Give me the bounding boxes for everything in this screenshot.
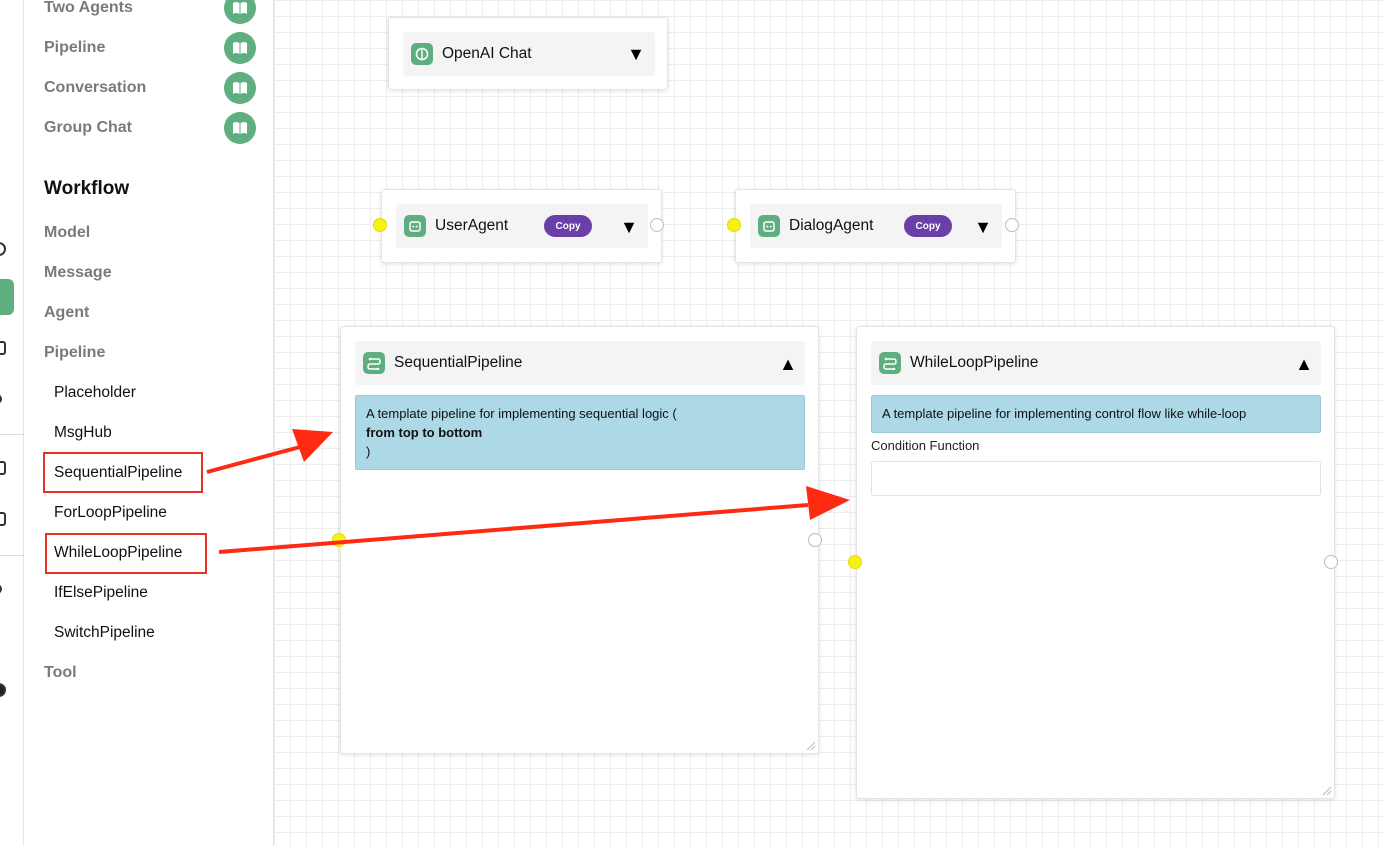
- expand-toggle-icon[interactable]: ▼: [620, 218, 638, 236]
- robot-icon: [758, 215, 780, 237]
- example-pipeline[interactable]: Pipeline: [44, 32, 256, 64]
- sidebar: Two Agents Pipeline Conversation Group C…: [24, 0, 274, 846]
- github-icon[interactable]: [0, 683, 6, 697]
- description-emphasis: from top to bottom: [366, 425, 483, 440]
- user-agent-node[interactable]: UserAgent Copy ▼: [373, 189, 664, 263]
- node-title: WhileLoopPipeline: [910, 354, 1039, 371]
- node-title: DialogAgent: [789, 217, 874, 234]
- book-icon[interactable]: [224, 112, 256, 144]
- input-handle[interactable]: [848, 555, 862, 569]
- output-handle[interactable]: [650, 218, 664, 232]
- node-header[interactable]: OpenAI Chat ▼: [403, 32, 655, 76]
- description-text: A template pipeline for implementing seq…: [366, 406, 677, 421]
- openai-icon: [411, 43, 433, 65]
- output-handle[interactable]: [1005, 218, 1019, 232]
- node-title: OpenAI Chat: [442, 45, 532, 62]
- example-group-chat[interactable]: Group Chat: [44, 112, 256, 144]
- example-label: Pipeline: [44, 39, 106, 56]
- workflow-icon[interactable]: [0, 279, 14, 315]
- resize-handle-icon[interactable]: [1322, 786, 1332, 796]
- document-icon[interactable]: [0, 461, 6, 475]
- expand-toggle-icon[interactable]: ▼: [974, 218, 992, 236]
- output-handle[interactable]: [1324, 555, 1338, 569]
- globe-icon[interactable]: [0, 242, 6, 256]
- description-text: ): [366, 444, 371, 459]
- sequential-pipeline-node[interactable]: SequentialPipeline ▲ A template pipeline…: [332, 326, 822, 754]
- pipeline-item-msghub[interactable]: MsgHub: [54, 424, 112, 442]
- pipeline-item-switch[interactable]: SwitchPipeline: [54, 624, 155, 642]
- highlight-box-whileloop: [45, 533, 207, 574]
- book-icon[interactable]: [224, 0, 256, 24]
- rail-divider: [0, 555, 24, 556]
- node-title: SequentialPipeline: [394, 354, 523, 371]
- book-icon[interactable]: [224, 32, 256, 64]
- example-label: Conversation: [44, 79, 147, 96]
- expand-toggle-icon[interactable]: ▼: [627, 45, 645, 63]
- category-agent[interactable]: Agent: [44, 304, 89, 322]
- bell-icon[interactable]: [0, 584, 2, 594]
- robot-icon: [404, 215, 426, 237]
- collapse-toggle-icon[interactable]: ▲: [1295, 355, 1313, 373]
- node-title: UserAgent: [435, 217, 509, 234]
- pipeline-item-forloop[interactable]: ForLoopPipeline: [54, 504, 167, 522]
- rail-divider: [0, 434, 24, 435]
- pipeline-item-ifelse[interactable]: IfElsePipeline: [54, 584, 148, 602]
- copy-button[interactable]: Copy: [904, 215, 952, 237]
- dialog-agent-node[interactable]: DialogAgent Copy ▼: [727, 189, 1019, 263]
- node-header[interactable]: DialogAgent Copy ▼: [750, 204, 1002, 248]
- while-loop-pipeline-node[interactable]: WhileLoopPipeline ▲ A template pipeline …: [848, 326, 1338, 799]
- workflow-heading: Workflow: [44, 178, 130, 199]
- collapse-toggle-icon[interactable]: ▲: [779, 355, 797, 373]
- condition-function-input[interactable]: [871, 461, 1321, 496]
- node-header[interactable]: WhileLoopPipeline ▲: [871, 341, 1321, 385]
- highlight-box-sequential: [43, 452, 203, 493]
- node-header[interactable]: UserAgent Copy ▼: [396, 204, 648, 248]
- pipeline-description: A template pipeline for implementing seq…: [355, 395, 805, 470]
- resize-handle-icon[interactable]: [806, 741, 816, 751]
- copy-button[interactable]: Copy: [544, 215, 592, 237]
- category-model[interactable]: Model: [44, 224, 90, 242]
- pipeline-icon: [879, 352, 901, 374]
- input-handle[interactable]: [727, 218, 741, 232]
- workflow-canvas[interactable]: OpenAI Chat ▼ UserAgent Copy ▼ DialogAge…: [274, 0, 1385, 846]
- input-handle[interactable]: [373, 218, 387, 232]
- example-two-agents[interactable]: Two Agents: [44, 0, 256, 24]
- category-pipeline[interactable]: Pipeline: [44, 344, 105, 362]
- example-label: Two Agents: [44, 0, 133, 16]
- example-label: Group Chat: [44, 119, 132, 136]
- pipeline-icon: [363, 352, 385, 374]
- output-handle[interactable]: [808, 533, 822, 547]
- file-icon[interactable]: [0, 512, 6, 526]
- grid-icon[interactable]: [0, 341, 6, 355]
- category-message[interactable]: Message: [44, 264, 112, 282]
- node-header[interactable]: SequentialPipeline ▲: [355, 341, 805, 385]
- input-handle[interactable]: [332, 533, 346, 547]
- book-icon[interactable]: [224, 72, 256, 104]
- pipeline-item-placeholder[interactable]: Placeholder: [54, 384, 136, 402]
- category-tool[interactable]: Tool: [44, 664, 77, 682]
- pipeline-description: A template pipeline for implementing con…: [871, 395, 1321, 433]
- link-icon[interactable]: [0, 394, 2, 404]
- example-conversation[interactable]: Conversation: [44, 72, 256, 104]
- openai-chat-node[interactable]: OpenAI Chat ▼: [388, 17, 668, 90]
- condition-function-label: Condition Function: [871, 438, 980, 453]
- icon-rail: [0, 0, 24, 846]
